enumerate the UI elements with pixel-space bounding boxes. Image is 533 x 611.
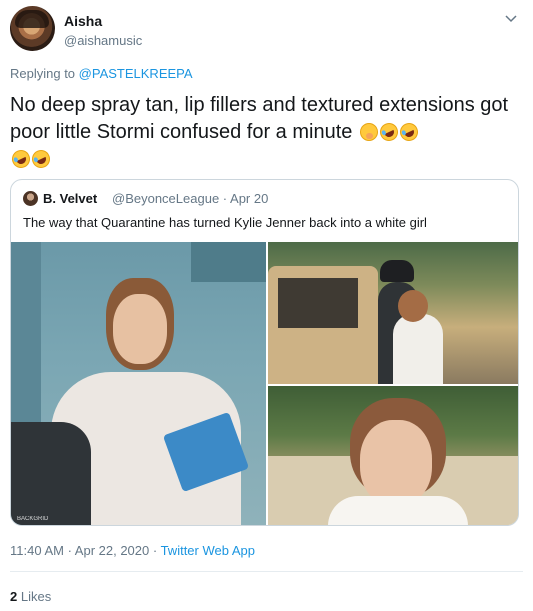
quoted-author-handle[interactable]: @BeyonceLeague [112, 191, 219, 206]
avatar[interactable] [10, 6, 55, 51]
shushing-face-icon [359, 123, 378, 141]
quoted-avatar[interactable] [23, 191, 38, 206]
tweet-source-link[interactable]: Twitter Web App [161, 543, 255, 558]
rofl-icon [29, 147, 53, 171]
tweet-text-content: No deep spray tan, lip fillers and textu… [10, 94, 509, 143]
rofl-icon [376, 120, 401, 144]
replying-prefix: Replying to [10, 66, 76, 81]
quoted-tweet[interactable]: B. Velvet @BeyonceLeague · Apr 20 The wa… [10, 179, 519, 526]
likes-count: 2 [10, 589, 18, 604]
quoted-text: The way that Quarantine has turned Kylie… [23, 215, 427, 230]
chevron-down-icon[interactable] [503, 10, 519, 26]
replying-to: Replying to @PASTELKREEPA [10, 66, 193, 81]
quoted-author-name[interactable]: B. Velvet [43, 191, 97, 206]
divider [10, 571, 523, 572]
quoted-date[interactable]: · Apr 20 [223, 191, 269, 206]
tweet: Aisha @aishamusic Replying to @PASTELKRE… [0, 0, 533, 611]
tweet-timestamp[interactable]: 11:40 AM · Apr 22, 2020 · [10, 543, 157, 558]
likes-label: Likes [20, 589, 52, 604]
photo-1[interactable]: BACKGRID [11, 242, 266, 525]
tweet-header: Aisha @aishamusic [10, 6, 523, 52]
photo-2[interactable] [268, 242, 518, 384]
reply-target-link[interactable]: @PASTELKREEPA [79, 66, 193, 81]
tweet-text: No deep spray tan, lip fillers and textu… [9, 92, 520, 173]
likes-stat[interactable]: 2 Likes [10, 589, 51, 604]
tweet-meta: 11:40 AM · Apr 22, 2020 · Twitter Web Ap… [10, 543, 255, 558]
photo-credit: BACKGRID [17, 516, 49, 522]
rofl-icon [9, 147, 33, 171]
author-handle[interactable]: @aishamusic [64, 33, 142, 48]
photo-3[interactable] [268, 386, 518, 525]
author-name[interactable]: Aisha [64, 13, 102, 29]
rofl-icon [396, 120, 421, 144]
quoted-author-meta: @BeyonceLeague · Apr 20 [112, 191, 268, 206]
